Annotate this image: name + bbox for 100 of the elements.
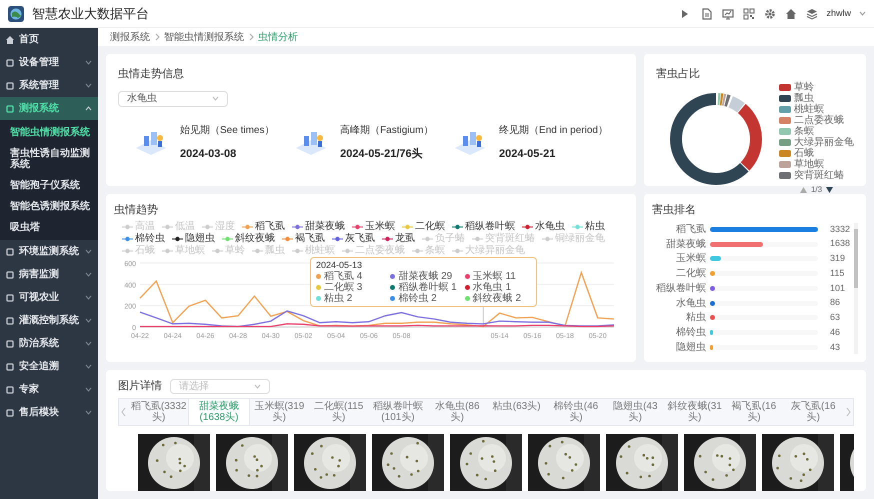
chevron-down-icon: [254, 384, 261, 389]
tooltip-entry: 棉铃虫 2: [398, 292, 437, 304]
legend-item[interactable]: 粘虫: [572, 220, 605, 232]
line-marker-icon: [422, 236, 433, 242]
image-tab[interactable]: 粘虫(63头): [486, 398, 546, 424]
tooltip-entry: 粘虫 2: [324, 292, 352, 304]
legend-item[interactable]: 灰飞虱: [332, 232, 375, 244]
image-tab[interactable]: 稻纵卷叶螟(101头): [368, 398, 428, 424]
legend-item[interactable]: 甜菜夜蛾: [292, 220, 345, 232]
nav-subitem[interactable]: 智能色诱测报系统: [0, 196, 98, 217]
chevron-right-icon: [248, 33, 254, 41]
legend-label[interactable]: 条螟: [794, 126, 814, 136]
square-icon: [6, 82, 14, 90]
image-tab[interactable]: 水龟虫(86头): [428, 398, 487, 424]
image-tab[interactable]: 甜菜夜蛾(1638头): [188, 398, 250, 424]
tooltip-entry: 斜纹夜蛾 2: [472, 292, 522, 304]
square-icon: [6, 270, 14, 278]
settings-icon[interactable]: [764, 8, 776, 20]
image-tab[interactable]: 稻飞虱(3332头): [129, 398, 188, 424]
image-tab[interactable]: 灰飞虱(16头): [784, 398, 843, 424]
stat-label: 高峰期（Fastigium）: [340, 124, 434, 138]
pest-select[interactable]: 水龟虫: [118, 90, 228, 106]
legend-label[interactable]: 草蛉: [794, 82, 814, 92]
legend-item[interactable]: 褐飞虱: [282, 232, 325, 244]
line-marker-icon: [452, 248, 463, 254]
nav-item[interactable]: 首页: [0, 28, 98, 51]
line-marker-icon: [412, 248, 423, 254]
legend-label[interactable]: 瓢虫: [794, 94, 814, 104]
breadcrumb-link[interactable]: 智能虫情测报系统: [164, 30, 244, 44]
card-title: 虫情趋势: [114, 202, 158, 218]
nav-subitem[interactable]: 智能虫情测报系统: [0, 122, 98, 143]
layers-icon[interactable]: [806, 8, 818, 20]
nav-subitem[interactable]: 害虫性诱自动监测系统: [0, 143, 98, 175]
card-title: 害虫排名: [652, 202, 696, 218]
square-icon: [6, 362, 14, 370]
image-tab[interactable]: 隐翅虫(43头): [606, 398, 665, 424]
nav-item[interactable]: 专家: [0, 378, 98, 401]
stat-label: 始见期（See times）: [180, 124, 274, 138]
nav-item[interactable]: 灌溉控制系统: [0, 309, 98, 332]
image-tab[interactable]: 玉米螟(319头): [250, 398, 309, 424]
card-title: 图片详情: [118, 379, 162, 394]
qr-code-icon[interactable]: [743, 8, 756, 20]
legend-item[interactable]: 二化螟: [402, 220, 445, 232]
line-marker-icon: [122, 248, 133, 254]
nav-item[interactable]: 安全追溯: [0, 355, 98, 378]
line-marker-icon: [162, 224, 173, 230]
stat-value: 2024-03-08: [180, 146, 238, 162]
image-tab[interactable]: 二化螟(115头): [308, 398, 368, 424]
triangle-down-icon[interactable]: [826, 186, 834, 192]
nav-item[interactable]: 可视农业: [0, 286, 98, 309]
nav-item[interactable]: 病害监测: [0, 263, 98, 286]
breadcrumb-link[interactable]: 测报系统: [110, 30, 150, 44]
legend-item[interactable]: 稻飞虱: [242, 220, 285, 232]
globe-logo-icon: [8, 6, 24, 22]
nav-item[interactable]: 设备管理: [0, 51, 98, 74]
rank-label: 水龟虫: [675, 298, 706, 308]
legend-item[interactable]: 玉米螟: [352, 220, 395, 232]
square-icon: [6, 104, 14, 112]
legend-item[interactable]: 龙虱: [382, 232, 415, 244]
caret-down-icon[interactable]: [859, 11, 866, 16]
image-tab[interactable]: 褐飞虱(16头): [724, 398, 784, 424]
nav-subitem[interactable]: 吸虫塔: [0, 217, 98, 238]
rank-value: 1638: [830, 237, 850, 250]
tooltip-entry: 稻飞虱 4: [324, 270, 362, 282]
home-icon[interactable]: [785, 8, 798, 20]
legend-item[interactable]: 棉铃虫: [122, 232, 165, 244]
legend-label[interactable]: 草地螟: [794, 160, 824, 170]
monitor-icon[interactable]: [722, 8, 734, 20]
rank-label: 二化螟: [675, 268, 706, 279]
scrollbar[interactable]: [854, 222, 858, 354]
rank-value: 46: [830, 326, 840, 339]
rank-label: 粘虫: [685, 312, 706, 324]
rank-label: 甜菜夜蛾: [665, 238, 706, 250]
legend-label[interactable]: 石蛾: [794, 148, 814, 158]
legend-label[interactable]: 大绿异丽金龟: [794, 138, 854, 148]
image-tab[interactable]: 斜纹夜蛾(31头): [664, 398, 724, 424]
rank-label: 稻纵卷叶螟: [655, 282, 706, 294]
nav-subitem[interactable]: 智能孢子仪系统: [0, 175, 98, 196]
square-icon: [6, 408, 14, 416]
tooltip-entry: 玉米螟 11: [472, 270, 516, 282]
image-tab[interactable]: 棉铃虫(46头): [546, 398, 606, 424]
legend-label[interactable]: 二点委夜蛾: [794, 116, 844, 126]
home-icon: [6, 36, 14, 44]
legend-label: 稻飞虱: [255, 220, 285, 232]
page-indicator: 1/3: [810, 184, 822, 196]
nav-item[interactable]: 环境监测系统: [0, 240, 98, 263]
nav-item[interactable]: 测报系统: [0, 97, 98, 120]
breadcrumb-link[interactable]: 虫情分析: [258, 30, 298, 44]
legend-item[interactable]: 稻纵卷叶螟: [452, 220, 515, 232]
nav-item[interactable]: 售后模块: [0, 401, 98, 424]
legend-item[interactable]: 水龟虫: [522, 220, 565, 232]
legend-label[interactable]: 桃蛀螟: [794, 104, 824, 114]
nav-item[interactable]: 系统管理: [0, 74, 98, 97]
document-icon[interactable]: [701, 8, 714, 20]
legend-item[interactable]: 斜纹夜蛾: [222, 232, 275, 244]
legend-label[interactable]: 突背斑红蝽: [794, 170, 844, 180]
tooltip-entry: 稻纵卷叶螟 1: [398, 282, 457, 292]
user-name[interactable]: zhwlw: [826, 6, 851, 20]
legend-item[interactable]: 隐翅虫: [172, 232, 215, 244]
nav-item[interactable]: 防治系统: [0, 332, 98, 355]
